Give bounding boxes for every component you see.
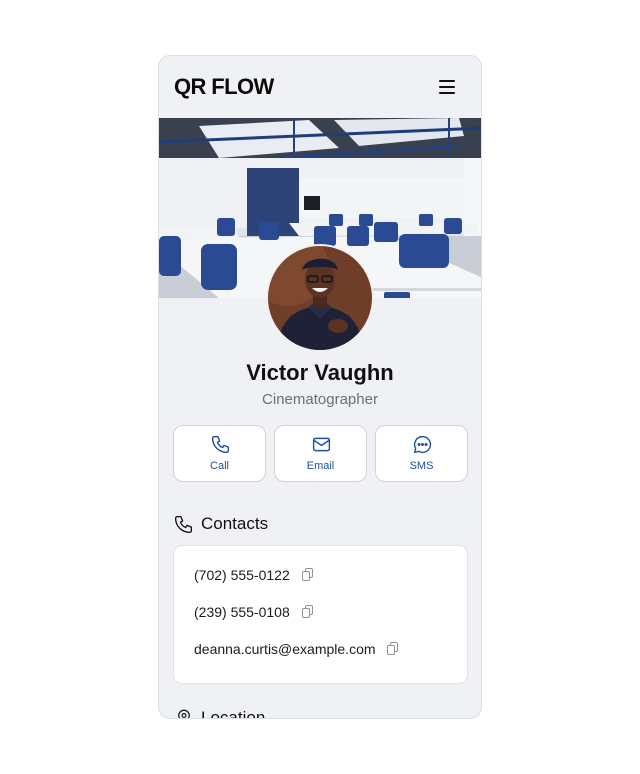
map-pin-icon: [178, 709, 190, 718]
email-button[interactable]: Email: [274, 425, 367, 482]
call-button[interactable]: Call: [173, 425, 266, 482]
contact-email[interactable]: deanna.curtis@example.com: [194, 641, 376, 657]
phone-icon: [211, 435, 230, 454]
call-button-label: Call: [210, 460, 229, 472]
envelope-icon: [312, 437, 331, 452]
logo: QR FLOW: [174, 74, 274, 99]
profile-title: Cinematographer: [262, 391, 378, 408]
profile-card-screen: QR FLOW Victor Vaughn Cinematographer Ca…: [158, 55, 482, 719]
contact-row[interactable]: deanna.curtis@example.com: [194, 640, 399, 662]
sms-button[interactable]: SMS: [375, 425, 468, 482]
top-bar: QR FLOW: [159, 56, 481, 118]
chat-bubble-icon: [413, 435, 432, 454]
contact-row[interactable]: (239) 555-0108: [194, 603, 314, 625]
avatar: [266, 244, 374, 352]
email-button-label: Email: [306, 460, 335, 472]
contacts-card: (702) 555-0122 (239) 555-0108 deanna.cur…: [173, 545, 468, 684]
quick-actions: Call Email SMS: [173, 425, 469, 482]
copy-icon[interactable]: [387, 642, 399, 656]
hamburger-menu-icon[interactable]: [437, 78, 459, 96]
contact-row[interactable]: (702) 555-0122: [194, 566, 314, 588]
copy-icon[interactable]: [301, 568, 314, 582]
contacts-heading: Contacts: [201, 514, 269, 533]
copy-icon[interactable]: [301, 605, 314, 619]
sms-button-label: SMS: [409, 460, 434, 472]
phone-icon: [174, 515, 193, 534]
location-heading: Location: [201, 708, 266, 719]
profile-name: Victor Vaughn: [246, 360, 394, 385]
contact-phone-1[interactable]: (702) 555-0122: [194, 567, 290, 583]
contact-phone-2[interactable]: (239) 555-0108: [194, 604, 290, 620]
